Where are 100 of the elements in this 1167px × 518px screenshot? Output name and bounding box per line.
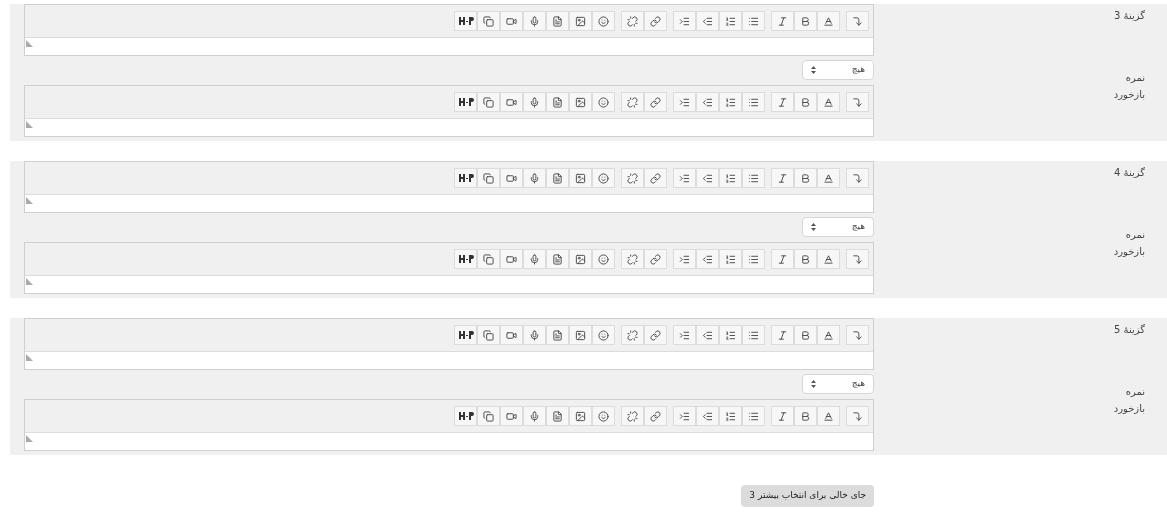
toggle-toolbar-icon <box>852 15 863 27</box>
video-icon <box>506 172 517 184</box>
unlink-icon <box>627 15 638 27</box>
microphone-icon <box>529 172 540 184</box>
file-icon <box>552 172 563 184</box>
toolbar-button[interactable] <box>569 168 592 188</box>
italic-icon <box>777 253 788 265</box>
font-color-icon <box>823 15 834 27</box>
outdent-icon <box>702 96 713 108</box>
bold-icon <box>800 253 811 265</box>
emoji-icon <box>598 329 609 341</box>
font-color-icon <box>823 96 834 108</box>
link-icon <box>650 410 661 422</box>
link-icon <box>650 96 661 108</box>
numbered-list-icon <box>725 410 736 422</box>
video-icon <box>506 329 517 341</box>
resize-handle-icon <box>26 197 33 204</box>
h5p-icon <box>457 97 474 107</box>
unlink-icon <box>627 253 638 265</box>
indent-icon <box>679 253 690 265</box>
file-icon <box>552 329 563 341</box>
h5p-icon <box>457 173 474 183</box>
indent-icon <box>679 96 690 108</box>
toggle-toolbar-icon <box>852 329 863 341</box>
indent-icon <box>679 329 690 341</box>
link-icon <box>650 15 661 27</box>
numbered-list-icon <box>725 253 736 265</box>
sort-arrows-icon <box>811 66 816 74</box>
bullet-list-icon <box>748 15 759 27</box>
outdent-icon <box>702 172 713 184</box>
video-icon <box>506 253 517 265</box>
toggle-toolbar-icon <box>852 410 863 422</box>
grade-select[interactable]: هیچ <box>802 60 874 80</box>
font-color-icon <box>823 253 834 265</box>
resize-handle-icon <box>26 40 33 47</box>
choice-label: گزینهٔ 4 <box>1114 167 1145 178</box>
toolbar-button[interactable] <box>569 406 592 426</box>
unlink-icon <box>627 329 638 341</box>
outdent-icon <box>702 15 713 27</box>
bullet-list-icon <box>748 96 759 108</box>
numbered-list-icon <box>725 96 736 108</box>
numbered-list-icon <box>725 15 736 27</box>
feedback-label: بازخورد <box>1113 403 1145 414</box>
bullet-list-icon <box>748 253 759 265</box>
microphone-icon <box>529 96 540 108</box>
toggle-toolbar-icon <box>852 172 863 184</box>
indent-icon <box>679 172 690 184</box>
h5p-icon <box>457 254 474 264</box>
microphone-icon <box>529 410 540 422</box>
indent-icon <box>679 15 690 27</box>
italic-icon <box>777 329 788 341</box>
grade-select[interactable]: هیچ <box>802 217 874 237</box>
toolbar-button[interactable] <box>454 168 477 188</box>
unlink-icon <box>627 96 638 108</box>
h5p-icon <box>457 411 474 421</box>
toolbar-button[interactable] <box>569 11 592 31</box>
outdent-icon <box>702 410 713 422</box>
numbered-list-icon <box>725 329 736 341</box>
toolbar-button[interactable] <box>454 406 477 426</box>
resize-handle-icon <box>26 354 33 361</box>
emoji-icon <box>598 15 609 27</box>
video-icon <box>506 15 517 27</box>
toolbar-button[interactable] <box>454 92 477 112</box>
video-icon <box>506 410 517 422</box>
file-icon <box>552 253 563 265</box>
toolbar-button[interactable] <box>454 249 477 269</box>
h5p-icon <box>457 330 474 340</box>
bold-icon <box>800 172 811 184</box>
link-icon <box>650 253 661 265</box>
choice-label: گزینهٔ 5 <box>1114 324 1145 335</box>
outdent-icon <box>702 253 713 265</box>
image-icon <box>575 253 586 265</box>
copy-icon <box>483 329 494 341</box>
file-icon <box>552 15 563 27</box>
resize-handle-icon <box>26 121 33 128</box>
toolbar-button[interactable] <box>569 92 592 112</box>
grade-label: نمره <box>1125 229 1145 240</box>
toolbar-button[interactable] <box>454 11 477 31</box>
copy-icon <box>483 15 494 27</box>
grade-select[interactable]: هیچ <box>802 374 874 394</box>
image-icon <box>575 96 586 108</box>
add-choices-button[interactable]: 3 جای خالی برای انتخاب بیشتر <box>741 485 874 507</box>
toolbar-button[interactable] <box>569 325 592 345</box>
emoji-icon <box>598 96 609 108</box>
unlink-icon <box>627 172 638 184</box>
bold-icon <box>800 329 811 341</box>
microphone-icon <box>529 253 540 265</box>
toolbar-button[interactable] <box>454 325 477 345</box>
bold-icon <box>800 410 811 422</box>
italic-icon <box>777 172 788 184</box>
italic-icon <box>777 410 788 422</box>
toolbar-button[interactable] <box>569 249 592 269</box>
copy-icon <box>483 253 494 265</box>
microphone-icon <box>529 15 540 27</box>
copy-icon <box>483 172 494 184</box>
bullet-list-icon <box>748 410 759 422</box>
numbered-list-icon <box>725 172 736 184</box>
link-icon <box>650 329 661 341</box>
grade-label: نمره <box>1125 386 1145 397</box>
font-color-icon <box>823 172 834 184</box>
